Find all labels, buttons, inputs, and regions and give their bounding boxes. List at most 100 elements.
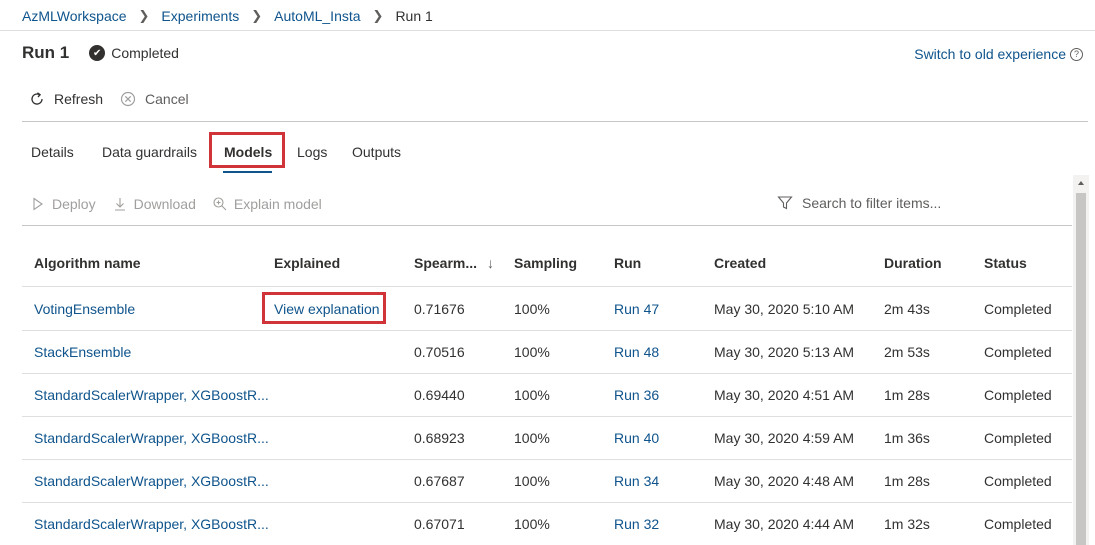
- algorithm-link[interactable]: VotingEnsemble: [34, 301, 135, 317]
- algorithm-link[interactable]: StandardScalerWrapper, XGBoostR...: [34, 516, 269, 532]
- breadcrumb-workspace[interactable]: AzMLWorkspace: [22, 8, 127, 24]
- column-header-status[interactable]: Status: [984, 255, 1027, 271]
- filter-placeholder: Search to filter items...: [802, 195, 942, 211]
- column-header-spearman[interactable]: Spearm... ↓: [414, 255, 494, 271]
- explain-model-button[interactable]: Explain model: [212, 196, 322, 212]
- status-value: Completed: [984, 516, 1052, 532]
- tab-outputs[interactable]: Outputs: [352, 134, 401, 170]
- sampling-value: 100%: [514, 301, 550, 317]
- run-header: Run 1 ✔ Completed: [22, 42, 179, 64]
- explain-label: Explain model: [233, 196, 322, 212]
- download-label: Download: [133, 196, 196, 212]
- filter-search-input[interactable]: Search to filter items...: [777, 193, 941, 213]
- breadcrumb-current: Run 1: [395, 8, 433, 24]
- cancel-label: Cancel: [145, 91, 189, 107]
- page-title: Run 1: [22, 43, 70, 62]
- play-icon: [30, 196, 46, 212]
- table-row[interactable]: StandardScalerWrapper, XGBoostR... 0.676…: [22, 460, 1072, 503]
- duration-value: 2m 43s: [884, 301, 930, 317]
- sampling-value: 100%: [514, 473, 550, 489]
- chevron-right-icon: ❯: [372, 8, 384, 23]
- sampling-value: 100%: [514, 516, 550, 532]
- column-header-explained[interactable]: Explained: [274, 255, 340, 271]
- switch-link-label: Switch to old experience: [914, 46, 1066, 62]
- switch-old-experience-link[interactable]: Switch to old experience ?: [914, 46, 1083, 62]
- table-row[interactable]: StackEnsemble 0.70516 100% Run 48 May 30…: [22, 331, 1072, 374]
- breadcrumb-experiment[interactable]: AutoML_Insta: [274, 8, 360, 24]
- spearman-value: 0.67071: [414, 516, 465, 532]
- algorithm-link[interactable]: StackEnsemble: [34, 344, 131, 360]
- spearman-header-label: Spearm...: [414, 255, 478, 271]
- spearman-value: 0.67687: [414, 473, 465, 489]
- spearman-value: 0.70516: [414, 344, 465, 360]
- download-button[interactable]: Download: [112, 196, 196, 212]
- chevron-right-icon: ❯: [251, 8, 263, 23]
- spearman-value: 0.68923: [414, 430, 465, 446]
- created-value: May 30, 2020 5:13 AM: [714, 344, 855, 360]
- created-value: May 30, 2020 4:44 AM: [714, 516, 855, 532]
- chevron-right-icon: ❯: [138, 8, 150, 23]
- created-value: May 30, 2020 5:10 AM: [714, 301, 855, 317]
- table-row[interactable]: StandardScalerWrapper, XGBoostR... 0.670…: [22, 503, 1072, 545]
- command-bar-divider: [22, 121, 1088, 122]
- refresh-label: Refresh: [54, 91, 104, 107]
- tab-data-guardrails[interactable]: Data guardrails: [102, 134, 197, 170]
- table-header-row: Algorithm name Explained Spearm... ↓ Samp…: [22, 225, 1072, 287]
- spearman-value: 0.69440: [414, 387, 465, 403]
- duration-value: 1m 28s: [884, 473, 930, 489]
- algorithm-link[interactable]: StandardScalerWrapper, XGBoostR...: [34, 387, 269, 403]
- run-link[interactable]: Run 47: [614, 301, 659, 317]
- column-header-algorithm[interactable]: Algorithm name: [34, 255, 141, 271]
- column-header-sampling[interactable]: Sampling: [514, 255, 577, 271]
- scroll-up-icon[interactable]: [1077, 179, 1085, 187]
- active-tab-indicator: [223, 171, 272, 173]
- tab-details[interactable]: Details: [31, 134, 74, 170]
- scrollbar-thumb[interactable]: [1076, 193, 1086, 545]
- column-header-created[interactable]: Created: [714, 255, 766, 271]
- algorithm-link[interactable]: StandardScalerWrapper, XGBoostR...: [34, 473, 269, 489]
- duration-value: 1m 36s: [884, 430, 930, 446]
- sampling-value: 100%: [514, 344, 550, 360]
- status-value: Completed: [984, 301, 1052, 317]
- column-header-duration[interactable]: Duration: [884, 255, 942, 271]
- command-bar: Refresh Cancel: [28, 89, 205, 109]
- status-value: Completed: [984, 473, 1052, 489]
- tab-logs[interactable]: Logs: [297, 134, 327, 170]
- help-circle-icon[interactable]: ?: [1070, 47, 1083, 61]
- deploy-label: Deploy: [52, 196, 96, 212]
- model-action-bar: Deploy Download Explain model: [30, 194, 338, 214]
- spearman-value: 0.71676: [414, 301, 465, 317]
- duration-value: 1m 28s: [884, 387, 930, 403]
- run-link[interactable]: Run 40: [614, 430, 659, 446]
- cancel-button[interactable]: Cancel: [119, 90, 189, 108]
- column-header-run[interactable]: Run: [614, 255, 641, 271]
- duration-value: 2m 53s: [884, 344, 930, 360]
- algorithm-link[interactable]: StandardScalerWrapper, XGBoostR...: [34, 430, 269, 446]
- created-value: May 30, 2020 4:51 AM: [714, 387, 855, 403]
- refresh-icon: [28, 90, 46, 108]
- explain-icon: [212, 196, 228, 212]
- sampling-value: 100%: [514, 387, 550, 403]
- created-value: May 30, 2020 4:59 AM: [714, 430, 855, 446]
- duration-value: 1m 32s: [884, 516, 930, 532]
- run-link[interactable]: Run 36: [614, 387, 659, 403]
- vertical-scrollbar[interactable]: [1073, 175, 1089, 545]
- table-row[interactable]: StandardScalerWrapper, XGBoostR... 0.694…: [22, 374, 1072, 417]
- status-value: Completed: [984, 387, 1052, 403]
- run-link[interactable]: Run 34: [614, 473, 659, 489]
- view-explanation-highlight: [262, 292, 386, 324]
- table-row[interactable]: StandardScalerWrapper, XGBoostR... 0.689…: [22, 417, 1072, 460]
- run-link[interactable]: Run 32: [614, 516, 659, 532]
- run-link[interactable]: Run 48: [614, 344, 659, 360]
- status-text: Completed: [111, 45, 179, 61]
- sampling-value: 100%: [514, 430, 550, 446]
- refresh-button[interactable]: Refresh: [28, 90, 103, 108]
- table-row[interactable]: VotingEnsemble View explanation 0.71676 …: [22, 288, 1072, 331]
- deploy-button[interactable]: Deploy: [30, 196, 96, 212]
- breadcrumb-divider: [0, 30, 1095, 31]
- download-icon: [112, 196, 128, 212]
- check-circle-icon: ✔: [89, 45, 106, 61]
- sort-desc-icon: ↓: [487, 255, 495, 271]
- cancel-icon: [119, 90, 137, 108]
- breadcrumb-experiments[interactable]: Experiments: [161, 8, 239, 24]
